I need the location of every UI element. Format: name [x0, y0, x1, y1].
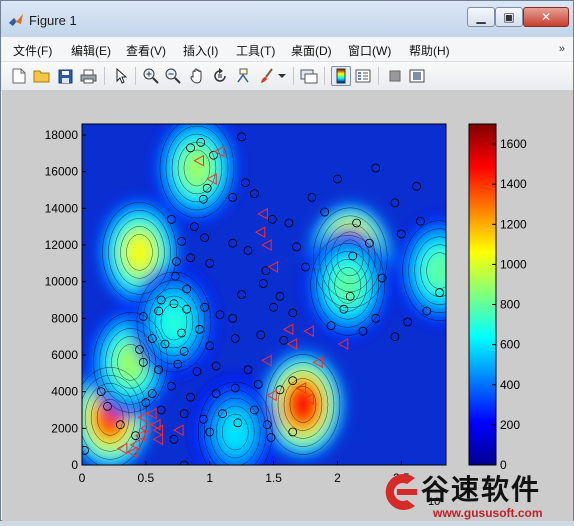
window-title: Figure 1 [29, 13, 77, 28]
menu-tools[interactable]: 工具(T) [236, 42, 275, 59]
menu-view[interactable]: 查看(V) [126, 42, 166, 59]
y-tick-label: 2000 [51, 421, 78, 435]
figure-canvas: 00.511.522.5 020004000600080001000012000… [2, 91, 573, 521]
x-tick-label: 1.5 [265, 471, 282, 485]
legend-icon[interactable] [353, 66, 373, 86]
minimize-button[interactable]: ▁ [467, 7, 495, 27]
y-axis: 0 2000 4000 6000 8000 10000 12000 14000 16000 180… [45, 128, 86, 472]
open-file-icon[interactable] [32, 66, 52, 86]
colorbar-tick-label: 600 [500, 338, 520, 352]
y-tick-label: 6000 [51, 348, 78, 362]
zoom-in-icon[interactable] [141, 66, 161, 86]
title-bar[interactable]: Figure 1 ▁ ▣ ✕ [1, 1, 573, 37]
brush-dropdown-icon[interactable] [276, 66, 288, 86]
zoom-out-icon[interactable] [163, 66, 183, 86]
menu-help[interactable]: 帮助(H) [409, 42, 450, 59]
menu-insert[interactable]: 插入(I) [183, 42, 218, 59]
menu-file[interactable]: 文件(F) [13, 42, 52, 59]
colorbar-tick-label: 1400 [500, 177, 527, 191]
minimize-icon: ▁ [476, 10, 486, 24]
toolbar-separator [293, 67, 294, 85]
hotspot-contour [221, 413, 250, 451]
toolbar-separator [135, 67, 136, 85]
y-tick-label: 0 [71, 458, 78, 472]
data-cursor-icon[interactable] [233, 66, 253, 86]
y-tick-label: 10000 [45, 275, 79, 289]
menu-edit[interactable]: 编辑(E) [71, 42, 111, 59]
hotspot-contour [160, 303, 188, 341]
toolbar-separator [324, 67, 325, 85]
colorbar-tick-label: 200 [500, 418, 520, 432]
y-tick-label: 18000 [45, 128, 79, 142]
toolbar-separator [378, 67, 379, 85]
colorbar-axis: 02004006008001000120014001600 [492, 137, 527, 472]
brush-icon[interactable] [256, 66, 276, 86]
menu-desktop[interactable]: 桌面(D) [291, 42, 332, 59]
y-tick-label: 4000 [51, 385, 78, 399]
link-plot-icon[interactable] [299, 66, 319, 86]
pan-hand-icon[interactable] [187, 66, 207, 86]
y-tick-label: 14000 [45, 201, 79, 215]
hotspot-contour [183, 149, 211, 187]
close-button[interactable]: ✕ [523, 7, 569, 27]
x-tick-label: 1 [206, 471, 213, 485]
colorbar-tick-label: 1600 [500, 137, 527, 151]
gususoft-logo-icon [385, 474, 417, 510]
save-icon[interactable] [55, 66, 75, 86]
x-tick-label: 0.5 [138, 471, 155, 485]
close-icon: ✕ [540, 10, 552, 24]
maximize-icon: ▣ [503, 10, 515, 24]
hide-plot-tools-icon[interactable] [385, 66, 405, 86]
colorbar-tick-label: 1200 [500, 217, 527, 231]
figure-window: Figure 1 ▁ ▣ ✕ 文件(F) 编辑(E) 查看(V) 插入(I) 工… [0, 0, 574, 521]
watermark-url: www.gususoft.com [433, 506, 543, 520]
new-figure-icon[interactable] [9, 66, 29, 86]
show-plot-tools-icon[interactable] [407, 66, 427, 86]
colorbar-tick-label: 800 [500, 298, 520, 312]
toolbar [1, 62, 573, 91]
hotspot-contour [333, 267, 362, 304]
contour-plot[interactable]: 00.511.522.5 020004000600080001000012000… [2, 91, 573, 521]
x-tick-label: 2 [334, 471, 341, 485]
matlab-logo-icon [9, 14, 23, 26]
hotspot-contour [125, 234, 154, 271]
maximize-button[interactable]: ▣ [495, 7, 523, 27]
rotate-3d-icon[interactable] [210, 66, 230, 86]
edit-plot-arrow-icon[interactable] [111, 66, 131, 86]
colorbar-tick-label: 400 [500, 378, 520, 392]
print-icon[interactable] [78, 66, 98, 86]
colorbar[interactable] [468, 123, 497, 466]
y-tick-label: 8000 [51, 311, 78, 325]
y-tick-label: 16000 [45, 165, 79, 179]
hotspot-contour [425, 252, 446, 289]
watermark: 谷速软件 www.gususoft.com [377, 468, 574, 522]
x-tick-label: 0 [79, 471, 86, 485]
y-tick-label: 12000 [45, 238, 79, 252]
colorbar-tick-label: 1000 [500, 257, 527, 271]
menu-bar: 文件(F) 编辑(E) 查看(V) 插入(I) 工具(T) 桌面(D) 窗口(W… [1, 37, 573, 62]
colorbar-icon[interactable] [331, 66, 351, 86]
watermark-brand: 谷速软件 [421, 474, 542, 505]
menu-window[interactable]: 窗口(W) [348, 42, 391, 59]
menu-overflow-icon[interactable]: » [559, 43, 565, 55]
toolbar-separator [104, 67, 105, 85]
